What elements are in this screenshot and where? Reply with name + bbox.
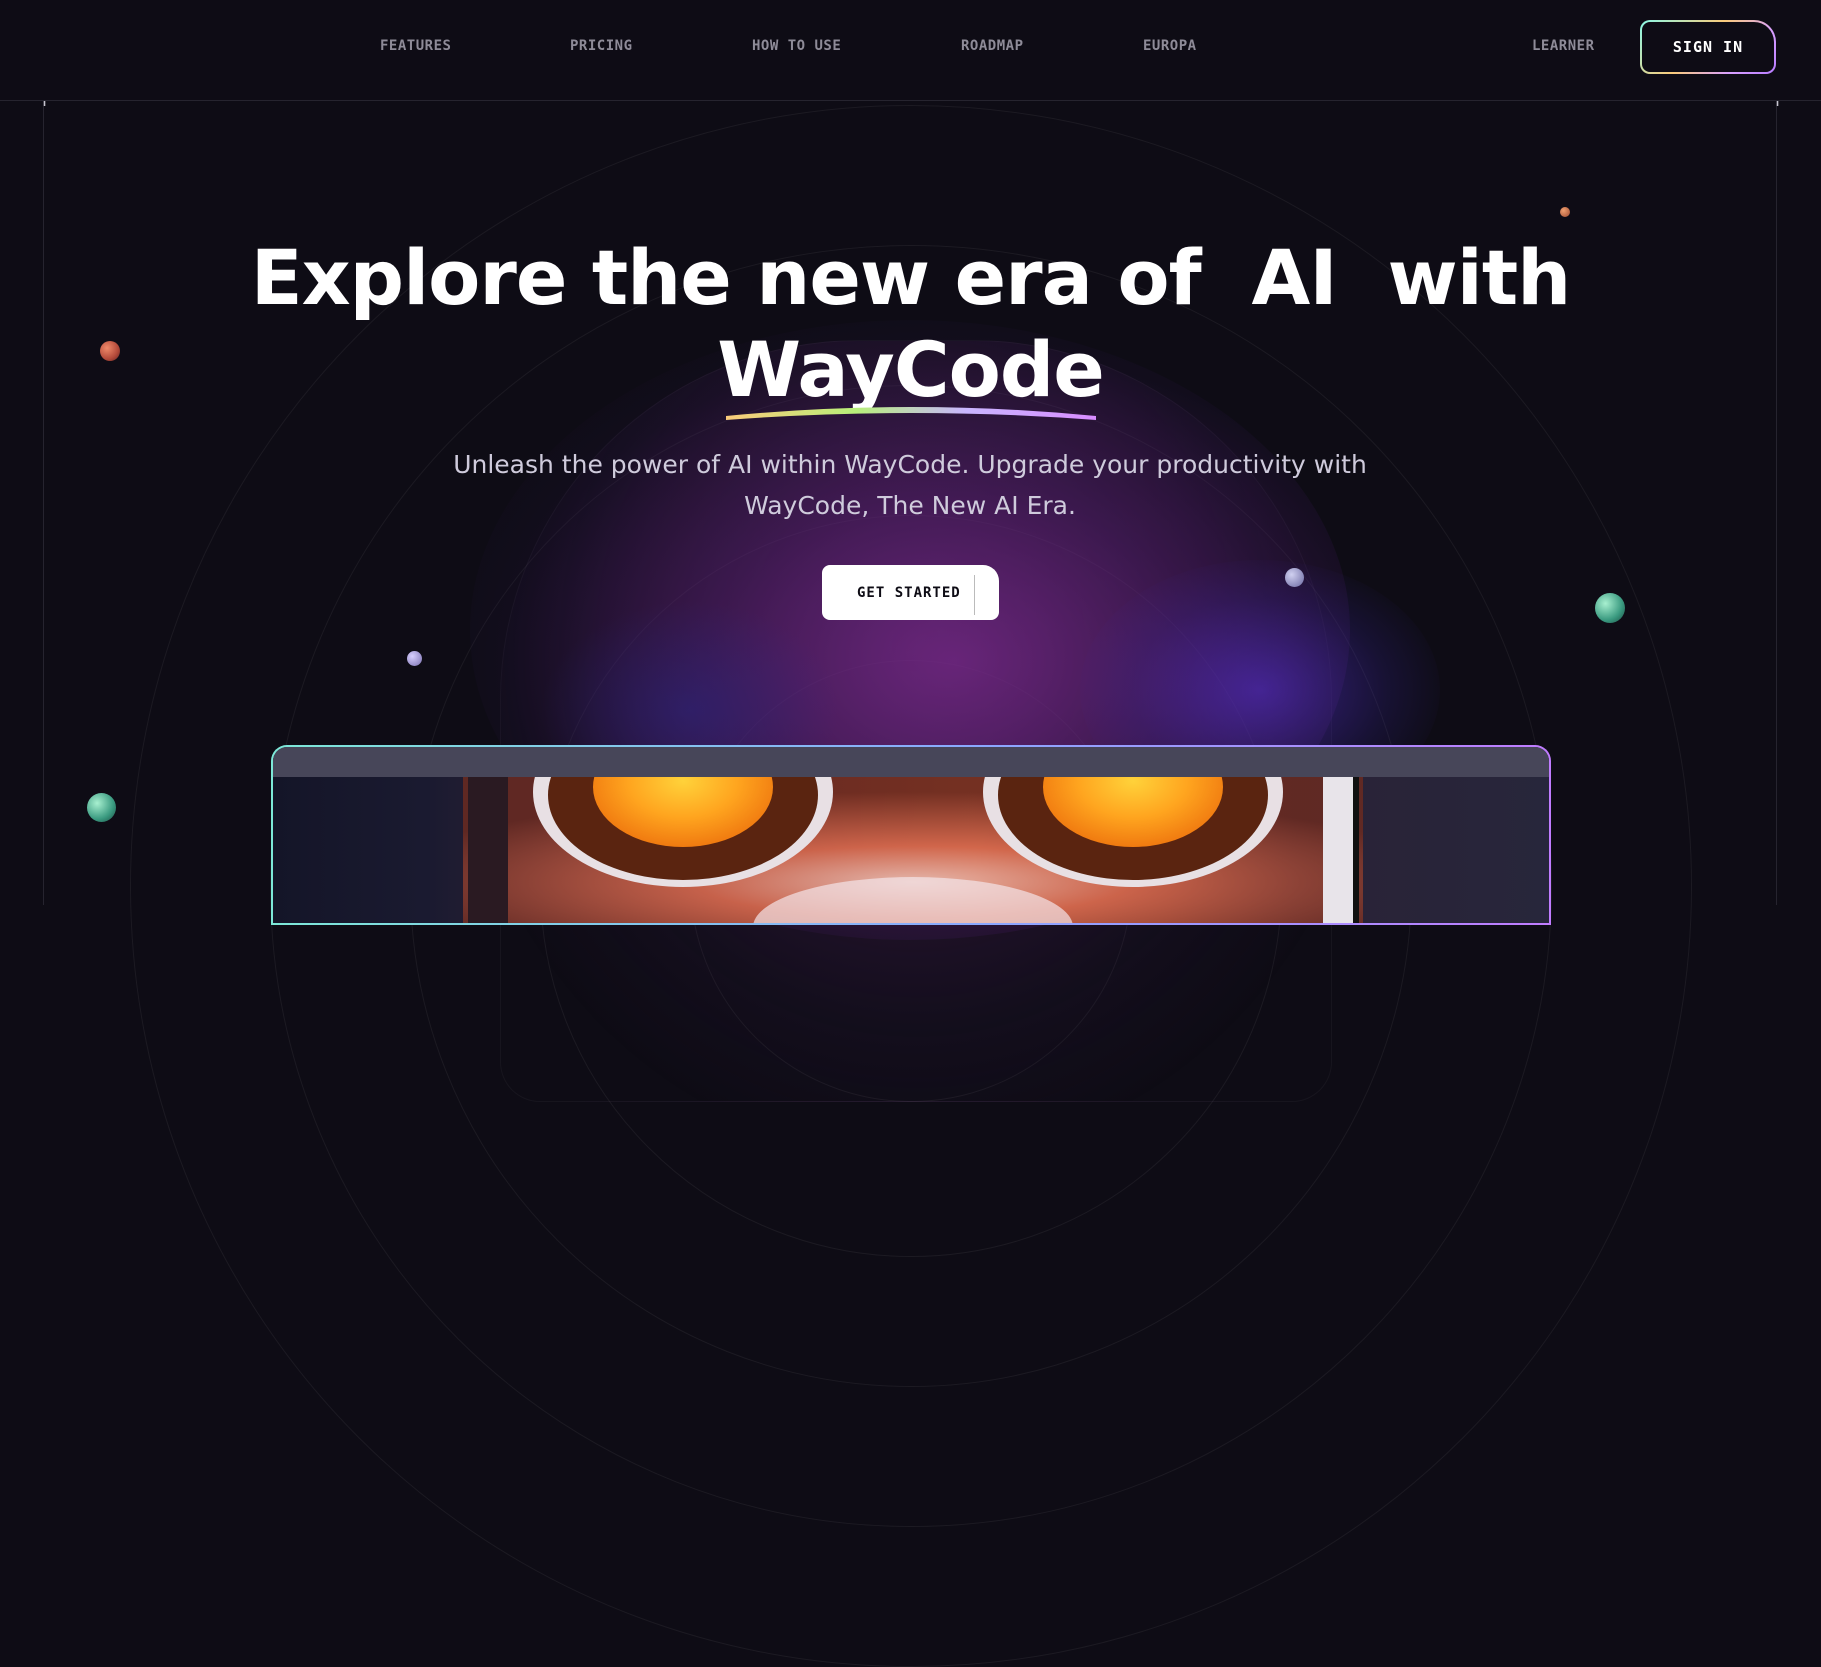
hero-subtitle: Unleash the power of AI within WayCode. … (453, 450, 1367, 520)
planet-orb (87, 793, 116, 822)
planet-orb (407, 651, 422, 666)
nav-item-europa[interactable]: EUROPA (1143, 38, 1197, 54)
planet-orb (1285, 568, 1304, 587)
hero-title-line1: Explore the new era of AI with (250, 233, 1572, 322)
planet-orb (1560, 207, 1570, 217)
app-preview-window (271, 745, 1551, 925)
frame-line-left (43, 100, 44, 905)
brand-underline (726, 407, 1096, 420)
frame-line-right (1776, 100, 1777, 905)
planet-orb (1595, 593, 1625, 623)
learner-link[interactable]: LEARNER (1532, 38, 1595, 54)
hero-title: Explore the new era of AI with WayCode (0, 232, 1821, 416)
site-header: FEATURES PRICING HOW TO USE ROADMAP EURO… (0, 0, 1821, 101)
robot-image (273, 747, 1549, 923)
nav-item-pricing[interactable]: PRICING (570, 38, 633, 54)
sign-in-button[interactable]: SIGN IN (1640, 20, 1776, 74)
nav-item-how-to-use[interactable]: HOW TO USE (752, 38, 841, 54)
nav-item-features[interactable]: FEATURES (380, 38, 451, 54)
nav-item-roadmap[interactable]: ROADMAP (961, 38, 1024, 54)
robot-face-graphic (463, 747, 1363, 923)
get-started-button[interactable]: GET STARTED (822, 565, 999, 620)
hero-title-brand: WayCode (717, 325, 1105, 414)
get-started-label: GET STARTED (857, 584, 961, 601)
preview-title-bar (273, 747, 1549, 777)
button-notch (974, 575, 975, 615)
